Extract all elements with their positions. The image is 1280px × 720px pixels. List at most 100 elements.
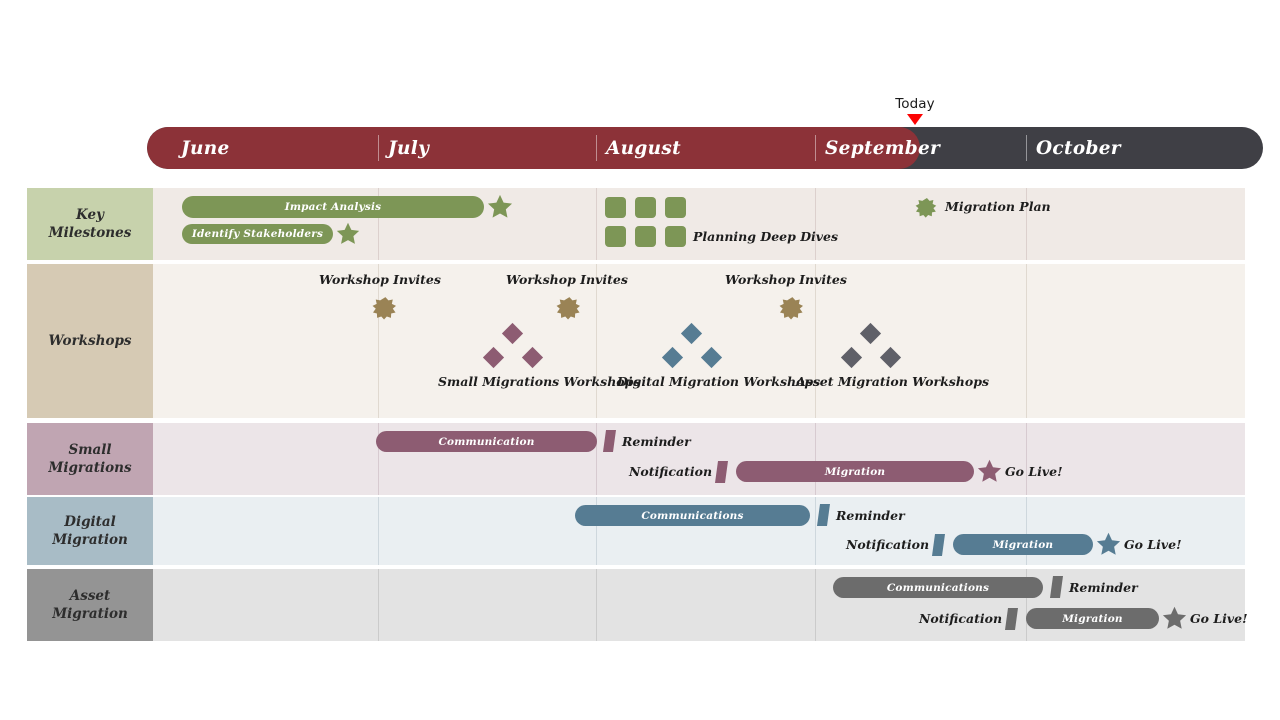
row-band-workshops: Workshop Invites Workshop Invites Worksh… bbox=[153, 264, 1245, 418]
gridline-october bbox=[1026, 264, 1027, 418]
caption-asset-migration-workshops: Asset Migration Workshops bbox=[796, 374, 990, 389]
month-label: July bbox=[388, 137, 430, 159]
go-live-star-icon[interactable] bbox=[1095, 531, 1122, 558]
month-label: June bbox=[181, 137, 230, 159]
caption-go-live: Go Live! bbox=[1190, 611, 1248, 626]
workshop-invite-burst-icon[interactable] bbox=[556, 296, 582, 321]
task-bar-migration[interactable]: Migration bbox=[953, 534, 1093, 555]
row-label-small-migrations: Small Migrations bbox=[27, 423, 153, 495]
gridline-september bbox=[815, 569, 816, 641]
caption-notification: Notification bbox=[846, 537, 930, 552]
notification-marker-icon[interactable] bbox=[1005, 608, 1018, 630]
caption-notification: Notification bbox=[919, 611, 1003, 626]
workshop-diamond-icon[interactable] bbox=[700, 346, 723, 369]
row-asset-migration: Asset Migration Communications Reminder … bbox=[27, 569, 1248, 641]
timeline-header-bar: June July August September October bbox=[147, 127, 1263, 169]
row-label-asset-migration: Asset Migration bbox=[27, 569, 153, 641]
caption-reminder: Reminder bbox=[836, 508, 905, 523]
workshop-diamond-icon[interactable] bbox=[680, 322, 703, 345]
task-bar-identify-stakeholders[interactable]: Identify Stakeholders bbox=[182, 224, 333, 244]
gridline-september bbox=[815, 188, 816, 260]
row-band-key-milestones: Impact Analysis Identify Stakeholders Pl… bbox=[153, 188, 1245, 260]
today-marker: Today bbox=[880, 96, 950, 125]
row-label-text: Key Milestones bbox=[48, 207, 132, 241]
task-bar-label: Communication bbox=[438, 435, 535, 448]
caption-workshop-invites: Workshop Invites bbox=[725, 272, 847, 287]
row-label-digital-migration: Digital Migration bbox=[27, 497, 153, 565]
notification-marker-icon[interactable] bbox=[715, 461, 728, 483]
deep-dive-block[interactable] bbox=[665, 197, 686, 218]
deep-dive-block[interactable] bbox=[605, 197, 626, 218]
workshop-diamond-icon[interactable] bbox=[661, 346, 684, 369]
reminder-marker-icon[interactable] bbox=[603, 430, 616, 452]
milestone-star-icon[interactable] bbox=[486, 193, 514, 221]
reminder-marker-icon[interactable] bbox=[817, 504, 830, 526]
month-header-august[interactable]: August bbox=[596, 127, 681, 169]
task-bar-communications[interactable]: Communications bbox=[575, 505, 810, 526]
notification-marker-icon[interactable] bbox=[932, 534, 945, 556]
row-digital-migration: Digital Migration Communications Reminde… bbox=[27, 497, 1245, 565]
deep-dive-block[interactable] bbox=[635, 226, 656, 247]
row-label-workshops: Workshops bbox=[27, 264, 153, 418]
month-divider-icon bbox=[1026, 135, 1027, 161]
gridline-july bbox=[378, 497, 379, 565]
milestone-star-icon[interactable] bbox=[335, 221, 361, 247]
caption-notification: Notification bbox=[629, 464, 713, 479]
reminder-marker-icon[interactable] bbox=[1050, 576, 1063, 598]
task-bar-communications[interactable]: Communications bbox=[833, 577, 1043, 598]
deep-dive-block[interactable] bbox=[605, 226, 626, 247]
row-label-text: Small Migrations bbox=[48, 442, 132, 476]
month-divider-icon bbox=[815, 135, 816, 161]
row-workshops: Workshops Workshop Invites Workshop Invi… bbox=[27, 264, 1245, 418]
task-bar-label: Communications bbox=[886, 581, 990, 594]
row-label-text: Asset Migration bbox=[52, 588, 128, 622]
migration-plan-burst-icon[interactable] bbox=[915, 197, 938, 219]
month-label: August bbox=[606, 137, 681, 159]
month-label: September bbox=[825, 137, 941, 159]
task-bar-label: Migration bbox=[1062, 612, 1123, 625]
month-header-july[interactable]: July bbox=[378, 127, 429, 169]
workshop-diamond-icon[interactable] bbox=[859, 322, 882, 345]
task-bar-impact-analysis[interactable]: Impact Analysis bbox=[182, 196, 484, 218]
month-header-october[interactable]: October bbox=[1026, 127, 1121, 169]
deep-dive-block[interactable] bbox=[665, 226, 686, 247]
caption-migration-plan: Migration Plan bbox=[945, 199, 1051, 214]
gridline-august bbox=[596, 188, 597, 260]
month-header-september[interactable]: September bbox=[815, 127, 940, 169]
workshop-diamond-icon[interactable] bbox=[879, 346, 902, 369]
task-bar-migration[interactable]: Migration bbox=[736, 461, 974, 482]
gridline-september bbox=[815, 423, 816, 495]
workshop-diamond-icon[interactable] bbox=[521, 346, 544, 369]
workshop-diamond-icon[interactable] bbox=[482, 346, 505, 369]
row-label-text: Workshops bbox=[48, 333, 132, 349]
task-bar-migration[interactable]: Migration bbox=[1026, 608, 1159, 629]
task-bar-label: Impact Analysis bbox=[284, 201, 382, 213]
gridline-september bbox=[815, 497, 816, 565]
caption-workshop-invites: Workshop Invites bbox=[506, 272, 628, 287]
task-bar-communication[interactable]: Communication bbox=[376, 431, 597, 452]
month-divider-icon bbox=[596, 135, 597, 161]
today-arrow-icon bbox=[907, 114, 923, 125]
task-bar-label: Communications bbox=[641, 509, 744, 522]
go-live-star-icon[interactable] bbox=[976, 458, 1003, 485]
caption-digital-migration-workshops: Digital Migration Workshops bbox=[617, 374, 821, 389]
task-bar-label: Migration bbox=[824, 465, 886, 478]
caption-go-live: Go Live! bbox=[1005, 464, 1063, 479]
row-band-small-migrations: Communication Reminder Notification Migr… bbox=[153, 423, 1245, 495]
workshop-invite-burst-icon[interactable] bbox=[779, 296, 805, 321]
month-header-june[interactable]: June bbox=[171, 127, 230, 169]
workshop-diamond-icon[interactable] bbox=[501, 322, 524, 345]
month-label: October bbox=[1036, 137, 1121, 159]
caption-reminder: Reminder bbox=[1069, 580, 1138, 595]
go-live-star-icon[interactable] bbox=[1161, 605, 1188, 632]
workshop-invite-burst-icon[interactable] bbox=[372, 296, 398, 321]
gridline-august bbox=[596, 423, 597, 495]
month-divider-icon bbox=[378, 135, 379, 161]
task-bar-label: Migration bbox=[992, 538, 1054, 551]
deep-dive-block[interactable] bbox=[635, 197, 656, 218]
gridline-october bbox=[1026, 423, 1027, 495]
workshop-diamond-icon[interactable] bbox=[840, 346, 863, 369]
timeline-roadmap: Today June July August September October… bbox=[0, 0, 1280, 720]
caption-reminder: Reminder bbox=[622, 434, 691, 449]
task-bar-label: Identify Stakeholders bbox=[191, 228, 324, 240]
